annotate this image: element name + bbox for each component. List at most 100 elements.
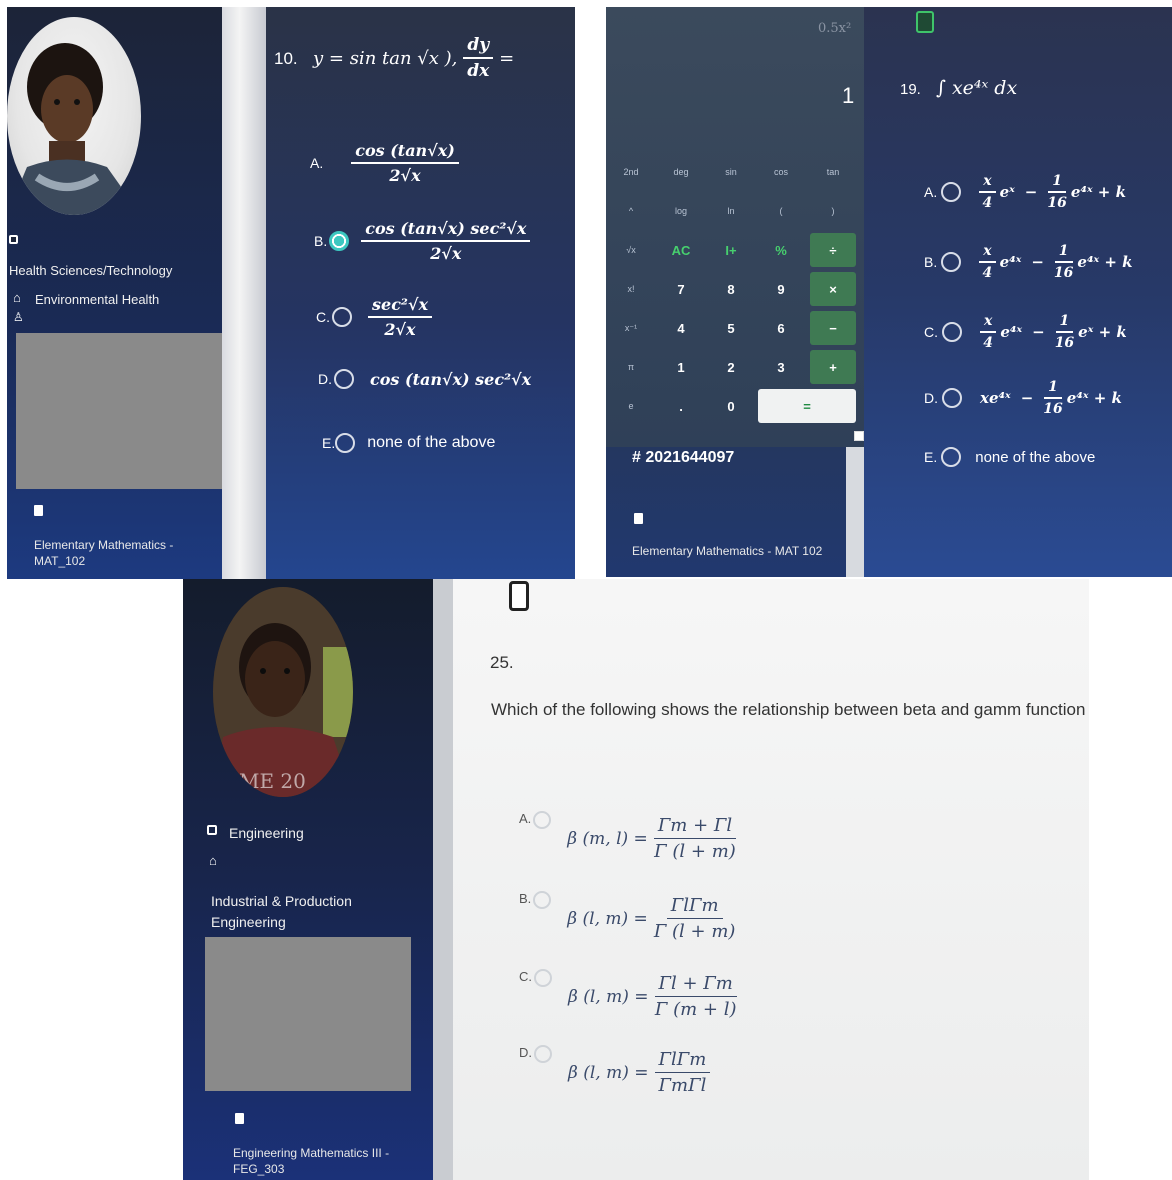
calculator-key[interactable]: sin [708, 155, 754, 189]
radio-icon[interactable] [534, 969, 552, 987]
radio-icon[interactable] [533, 891, 552, 909]
radio-icon[interactable] [533, 811, 552, 829]
calculator-key[interactable]: % [758, 233, 804, 267]
calculator-key[interactable]: AC [658, 233, 704, 267]
option-e[interactable]: E. none of the above [924, 447, 1095, 467]
question-number: 25. [490, 653, 514, 672]
calculator-icon[interactable] [509, 581, 529, 611]
option-a[interactable]: A. β (m, l) = Γm + Γl Γ (l + m) [519, 811, 737, 862]
calculator-key[interactable]: 3 [758, 350, 804, 384]
calculator-key[interactable]: deg [658, 155, 704, 189]
department-label: Industrial & Production Engineering [211, 893, 352, 930]
calculator-key[interactable]: + [810, 350, 856, 384]
course-label[interactable]: Elementary Mathematics - MAT 102 [632, 543, 832, 559]
option-c[interactable]: C. sec²√x 2√x [316, 295, 432, 339]
sidebar: ME 20 Engineering ⌂ Industrial & Product… [183, 579, 433, 1180]
calculator-key[interactable]: 8 [708, 272, 754, 306]
calculator-key[interactable]: × [810, 272, 856, 306]
option-c[interactable]: C. x 4 e⁴ˣ −1 16 eˣ + k [924, 313, 1127, 351]
calculator-key[interactable]: 5 [708, 311, 754, 345]
option-d[interactable]: D. β (l, m) = ΓlΓm ΓmΓl [519, 1045, 711, 1096]
radio-icon[interactable] [941, 182, 962, 202]
calculator-key[interactable]: π [608, 350, 654, 384]
option-fraction: x4 [979, 243, 996, 281]
calculator-key[interactable]: e [608, 389, 654, 423]
option-minus: − [1031, 253, 1044, 271]
option-letter: A. [519, 811, 532, 826]
calculator-key[interactable]: . [658, 389, 704, 423]
calculator-key[interactable]: 1 [658, 350, 704, 384]
calculator-key[interactable]: ln [708, 194, 754, 228]
calculator-key[interactable]: = [758, 389, 856, 423]
calculator-key[interactable]: ÷ [810, 233, 856, 267]
calculator-key[interactable]: cos [758, 155, 804, 189]
option-d[interactable]: D. cos (tan√x) sec²√x [318, 369, 531, 389]
document-icon [634, 513, 643, 524]
option-letter: E. [924, 449, 938, 465]
radio-selected-icon[interactable] [329, 231, 350, 251]
course-label[interactable]: Elementary Mathematics - MAT_102 [34, 537, 204, 569]
radio-icon[interactable] [941, 252, 962, 272]
radio-icon[interactable] [942, 322, 962, 342]
question-number: 10. [274, 49, 298, 68]
fraction-num: 1 [1055, 313, 1074, 333]
fraction-den: 16 [1043, 401, 1063, 417]
option-expression: cos (tan√x) sec²√x [370, 369, 532, 389]
fraction-num: 1 [1044, 379, 1062, 399]
option-a[interactable]: A. x 4 eˣ −1 16 e⁴ˣ + k [924, 173, 1126, 211]
calculator-key[interactable]: 0 [708, 389, 754, 423]
calculator-key[interactable]: x! [608, 272, 654, 306]
calculator-key[interactable]: log [658, 194, 704, 228]
fraction-den: 4 [982, 195, 993, 211]
course-label[interactable]: Engineering Mathematics III - FEG_303 [233, 1145, 423, 1177]
fraction-num: sec²√x [368, 295, 432, 318]
calculator-display: 1 [842, 83, 855, 108]
radio-icon[interactable] [534, 1045, 552, 1063]
expand-icon[interactable] [854, 431, 864, 441]
radio-icon[interactable] [942, 388, 962, 408]
calculator-key[interactable]: √x [608, 233, 654, 267]
option-fraction: ΓlΓm Γ (l + m) [654, 895, 736, 942]
sidebar-lower: # 2021644097 Elementary Mathematics - MA… [606, 447, 864, 577]
calculator-key[interactable]: x⁻¹ [608, 311, 654, 345]
option-d[interactable]: D. xe⁴ˣ −1 16 e⁴ˣ + k [924, 379, 1122, 417]
option-fraction: 1 16 [1047, 173, 1066, 211]
calculator-key[interactable]: 4 [658, 311, 704, 345]
option-b[interactable]: B. x 4 e⁴ˣ −1 16 e⁴ˣ + k [924, 243, 1133, 281]
equals-sign: = [499, 47, 515, 69]
calculator-icon[interactable] [916, 11, 934, 33]
calculator-key[interactable]: 2nd [608, 155, 654, 189]
option-c[interactable]: C. β (l, m) = Γl + Γm Γ (m + l) [519, 969, 737, 1020]
student-id: # 2021644097 [632, 449, 735, 466]
calculator-key[interactable]: I+ [708, 233, 754, 267]
radio-icon[interactable] [334, 369, 354, 389]
option-e[interactable]: E. none of the above [322, 433, 495, 453]
radio-icon[interactable] [335, 433, 356, 453]
fraction-num: ΓlΓm [666, 895, 723, 919]
calculator-key[interactable]: tan [810, 155, 856, 189]
fraction-den: ΓmΓl [658, 1075, 707, 1096]
calculator-key[interactable]: 9 [758, 272, 804, 306]
option-exp: eˣ + k [1078, 323, 1127, 341]
calculator-key[interactable]: ( [758, 194, 804, 228]
option-a[interactable]: A. cos (tan√x) 2√x [310, 141, 459, 185]
radio-icon[interactable] [941, 447, 962, 467]
option-b[interactable]: B. cos (tan√x) sec²√x 2√x [314, 219, 531, 263]
calculator-key[interactable]: ) [810, 194, 856, 228]
calculator-key[interactable]: 7 [658, 272, 704, 306]
question-area: 25. Which of the following shows the rel… [453, 579, 1089, 1180]
fraction-num: x [980, 313, 997, 333]
option-letter: B. [519, 891, 532, 906]
option-b[interactable]: B. β (l, m) = ΓlΓm Γ (l + m) [519, 891, 735, 942]
calculator-key[interactable]: 2 [708, 350, 754, 384]
fraction-num: cos (tan√x) [351, 141, 459, 164]
calculator-key[interactable]: 6 [758, 311, 804, 345]
calculator-key[interactable]: ^ [608, 194, 654, 228]
radio-icon[interactable] [332, 307, 352, 327]
option-letter: E. [322, 435, 336, 451]
user-icon: ♙ [13, 310, 24, 324]
calculator-key[interactable]: − [810, 311, 856, 345]
fraction-den: 16 [1047, 195, 1067, 211]
calculator-widget: 0.5x² 1 2nd deg sin cos tan ^ log ln() √x AC I+% ÷ x… [606, 7, 864, 447]
fraction-num: Γm + Γl [653, 815, 737, 839]
